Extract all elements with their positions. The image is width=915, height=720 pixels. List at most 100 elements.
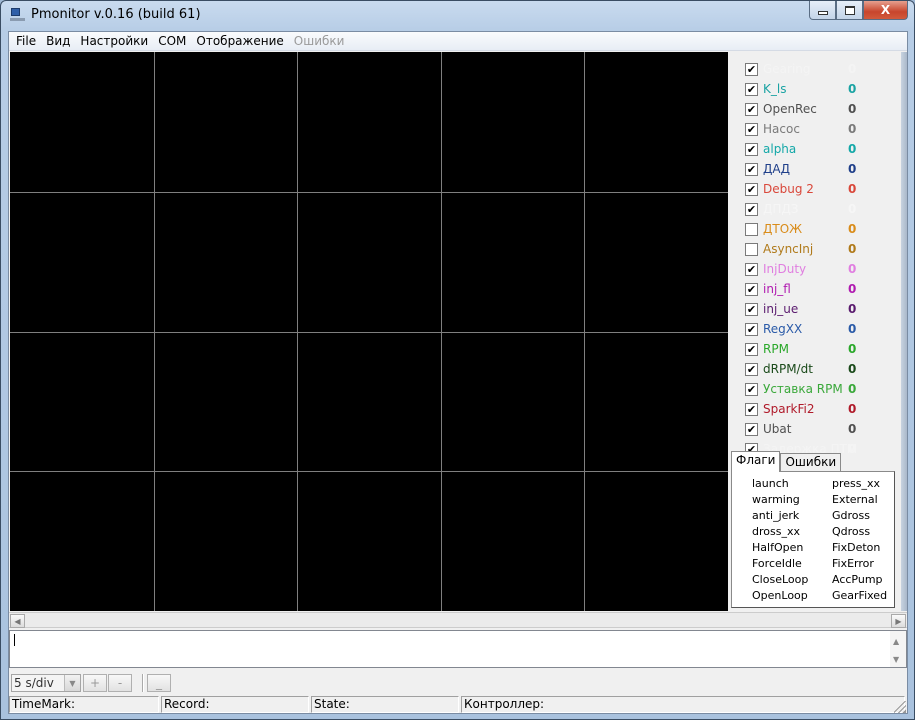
parameter-checkbox[interactable]: ✔ bbox=[745, 302, 758, 316]
parameter-name: inj_fl bbox=[763, 282, 791, 296]
parameter-row: ✔ RegXX 0 bbox=[745, 319, 895, 339]
scroll-left-button[interactable]: ◀ bbox=[10, 614, 25, 628]
menu-errors: Ошибки bbox=[293, 34, 345, 48]
zoom-in-button[interactable]: + bbox=[83, 674, 107, 692]
parameter-checkbox[interactable]: ✔ bbox=[745, 342, 758, 356]
parameter-value: 0 bbox=[848, 122, 857, 136]
parameter-name: OpenRec bbox=[763, 102, 817, 116]
minimize-icon bbox=[817, 11, 828, 15]
close-button[interactable]: X bbox=[863, 1, 908, 20]
bottom-toolbar: 5 s/div ▼ + - _ bbox=[9, 672, 907, 694]
parameter-checkbox[interactable]: ✔ bbox=[745, 322, 758, 336]
log-vertical-scrollbar[interactable]: ▲ ▼ bbox=[890, 631, 906, 667]
tab-errors[interactable]: Ошибки bbox=[780, 453, 842, 471]
parameter-name: K_ls bbox=[763, 82, 787, 96]
parameter-value: 0 bbox=[848, 102, 857, 116]
flag-item: ForceIdle bbox=[752, 557, 802, 570]
parameter-row: ✔ OpenRec 0 bbox=[745, 99, 895, 119]
menu-display[interactable]: Отображение bbox=[194, 34, 289, 48]
parameter-checkbox[interactable]: ✔ bbox=[745, 282, 758, 296]
maximize-button[interactable] bbox=[836, 1, 863, 20]
parameter-row: ✔ K_ls 0 bbox=[745, 79, 895, 99]
flag-item: FixError bbox=[832, 557, 874, 570]
parameter-checkbox[interactable]: ✔ bbox=[745, 142, 758, 156]
tab-flags[interactable]: Флаги bbox=[731, 451, 781, 472]
scroll-up-icon[interactable]: ▲ bbox=[893, 637, 899, 646]
flag-item: AccPump bbox=[832, 573, 883, 586]
parameter-name: SparkFi2 bbox=[763, 402, 815, 416]
window-controls: X bbox=[809, 1, 908, 21]
parameter-checkbox[interactable]: ✔ bbox=[745, 402, 758, 416]
parameter-row: ✔ dRPM/dt 0 bbox=[745, 359, 895, 379]
parameter-row: ✔ ДПДЗ 0 bbox=[745, 199, 895, 219]
parameter-checkbox[interactable]: ✔ bbox=[745, 102, 758, 116]
parameter-row: ✔ ДАД 0 bbox=[745, 159, 895, 179]
grid-line-horizontal bbox=[10, 332, 728, 333]
horizontal-scrollbar[interactable]: ◀ ▶ bbox=[9, 612, 907, 628]
parameter-value: 0 bbox=[848, 342, 857, 356]
menu-file[interactable]: File bbox=[14, 34, 42, 48]
parameter-checkbox[interactable]: ✔ bbox=[745, 162, 758, 176]
parameter-name: AsyncInj bbox=[763, 242, 814, 256]
parameter-checkbox[interactable]: ✔ bbox=[745, 262, 758, 276]
parameter-checkbox[interactable]: ✔ bbox=[745, 82, 758, 96]
parameter-name: dRPM/dt bbox=[763, 362, 813, 376]
tab-strip: Флаги Ошибки bbox=[731, 451, 842, 472]
parameter-name: ДТОЖ bbox=[763, 222, 803, 236]
parameter-checkbox[interactable]: ✔ bbox=[745, 382, 758, 396]
menu-view[interactable]: Вид bbox=[44, 34, 76, 48]
parameter-checkbox[interactable]: ✔ bbox=[745, 362, 758, 376]
flags-column-right: press_xx External Gdross Qdross FixDeton FixE… bbox=[832, 476, 887, 604]
parameter-value: 0 bbox=[848, 82, 857, 96]
parameter-row: ✔ inj_ue 0 bbox=[745, 299, 895, 319]
flag-item: OpenLoop bbox=[752, 589, 808, 602]
parameter-checkbox[interactable]: ✔ bbox=[745, 122, 758, 136]
client-area: File Вид Настройки COM Отображение Ошибк… bbox=[8, 31, 908, 714]
parameter-checkbox[interactable] bbox=[745, 222, 758, 236]
marker-button[interactable]: _ bbox=[147, 674, 171, 692]
parameter-list: ✔ Gearing 0 ✔ K_ls 0 ✔ OpenRec 0 ✔ Hacoc 0 ✔ alpha 0 ✔ Д… bbox=[745, 59, 895, 459]
arrow-right-icon: ▶ bbox=[895, 616, 902, 626]
time-scale-select[interactable]: 5 s/div ▼ bbox=[11, 674, 81, 692]
minimize-button[interactable] bbox=[809, 1, 836, 20]
parameter-name: RegXX bbox=[763, 322, 803, 336]
flag-item: launch bbox=[752, 477, 789, 490]
parameter-row: ✔ Hacoc 0 bbox=[745, 119, 895, 139]
parameter-checkbox[interactable]: ✔ bbox=[745, 62, 758, 76]
parameter-name: Gearing bbox=[763, 62, 811, 76]
status-state: State: bbox=[311, 696, 459, 713]
parameter-value: 0 bbox=[848, 442, 857, 456]
toolbar-separator bbox=[142, 674, 144, 692]
parameter-value: 0 bbox=[848, 402, 857, 416]
parameter-checkbox[interactable]: ✔ bbox=[745, 202, 758, 216]
parameter-checkbox[interactable]: ✔ bbox=[745, 182, 758, 196]
parameter-row: ✔ Ubat 0 bbox=[745, 419, 895, 439]
oscilloscope-plot[interactable] bbox=[10, 52, 728, 611]
resize-grip[interactable] bbox=[894, 701, 906, 713]
parameter-checkbox[interactable] bbox=[745, 242, 758, 256]
chevron-down-icon[interactable]: ▼ bbox=[64, 675, 80, 691]
parameter-checkbox[interactable]: ✔ bbox=[745, 422, 758, 436]
flag-item: anti_jerk bbox=[752, 509, 800, 522]
menu-com[interactable]: COM bbox=[156, 34, 192, 48]
title-bar[interactable]: Pmonitor v.0.16 (build 61) X bbox=[1, 1, 914, 31]
flag-item: FixDeton bbox=[832, 541, 881, 554]
status-controller: Контроллер: bbox=[461, 696, 905, 713]
scroll-right-button[interactable]: ▶ bbox=[891, 614, 906, 628]
parameter-row: ✔ RPM 0 bbox=[745, 339, 895, 359]
flag-item: dross_xx bbox=[752, 525, 800, 538]
parameter-value: 0 bbox=[848, 382, 857, 396]
zoom-out-button[interactable]: - bbox=[108, 674, 132, 692]
scroll-down-icon[interactable]: ▼ bbox=[893, 655, 899, 664]
parameter-name: InjDuty bbox=[763, 262, 807, 276]
parameter-value: 0 bbox=[848, 162, 857, 176]
window-title: Pmonitor v.0.16 (build 61) bbox=[31, 7, 201, 22]
parameter-name: Hacoc bbox=[763, 122, 800, 136]
parameter-row: ✔ InjDuty 0 bbox=[745, 259, 895, 279]
parameter-name: ДАД bbox=[763, 162, 790, 176]
parameter-value: 0 bbox=[848, 202, 857, 216]
log-textarea[interactable]: ▲ ▼ bbox=[9, 630, 907, 668]
menu-settings[interactable]: Настройки bbox=[78, 34, 154, 48]
parameter-row: ✔ Gearing 0 bbox=[745, 59, 895, 79]
panel-scrollbar[interactable] bbox=[901, 52, 907, 611]
